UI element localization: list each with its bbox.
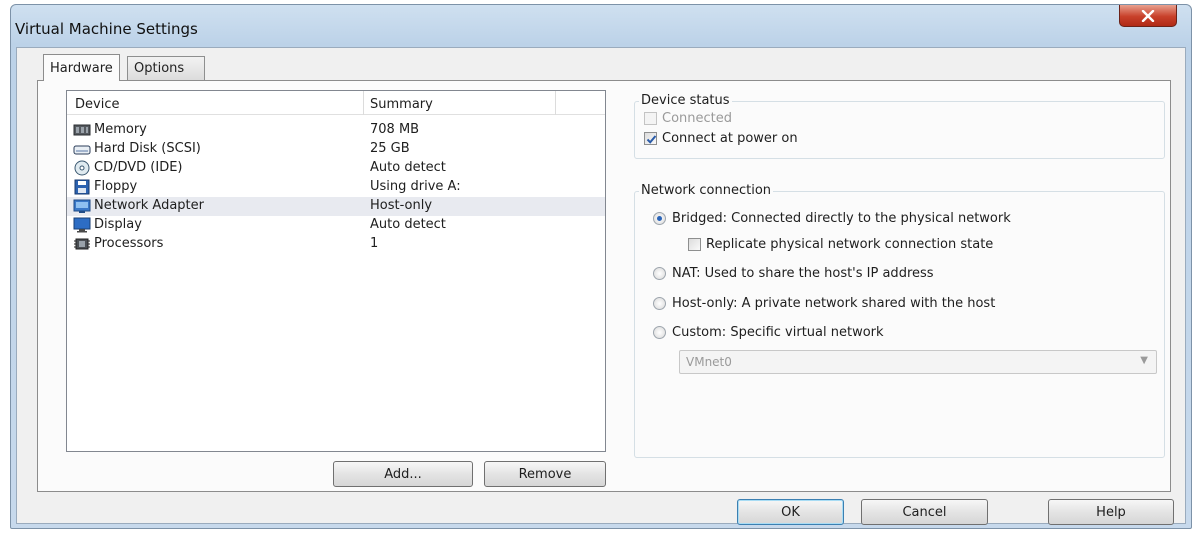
network-adapter-icon bbox=[73, 199, 91, 213]
device-summary: Host-only bbox=[370, 198, 433, 213]
checkmark-icon bbox=[646, 135, 657, 144]
connected-checkbox[interactable]: Connected bbox=[644, 111, 732, 126]
column-header-device[interactable]: Device bbox=[75, 97, 119, 112]
ok-button[interactable]: OK bbox=[737, 499, 844, 525]
connect-at-power-on-checkbox[interactable]: Connect at power on bbox=[644, 131, 798, 146]
tab-hardware-label: Hardware bbox=[50, 60, 113, 76]
device-row-memory[interactable]: Memory 708 MB bbox=[67, 121, 605, 140]
cd-dvd-icon bbox=[74, 160, 90, 176]
title-bar[interactable]: Virtual Machine Settings bbox=[11, 5, 1191, 47]
tab-hardware[interactable]: Hardware bbox=[43, 54, 120, 81]
device-status-group: Device status Connected Connect at power… bbox=[634, 93, 1165, 159]
device-row-floppy[interactable]: Floppy Using drive A: bbox=[67, 178, 605, 197]
device-summary: Auto detect bbox=[370, 160, 446, 175]
device-name: Network Adapter bbox=[94, 198, 204, 213]
device-row-hard-disk[interactable]: Hard Disk (SCSI) 25 GB bbox=[67, 140, 605, 159]
nat-radio-button[interactable] bbox=[653, 267, 666, 280]
device-summary: Auto detect bbox=[370, 217, 446, 232]
network-connection-legend: Network connection bbox=[639, 183, 774, 198]
device-name: CD/DVD (IDE) bbox=[94, 160, 183, 175]
floppy-icon bbox=[74, 179, 90, 195]
bridged-radio[interactable]: Bridged: Connected directly to the physi… bbox=[653, 211, 1011, 226]
processor-icon bbox=[74, 238, 90, 250]
device-name: Memory bbox=[94, 122, 147, 137]
column-divider[interactable] bbox=[555, 91, 556, 115]
settings-window: Virtual Machine Settings Hardware Option… bbox=[10, 4, 1192, 529]
custom-radio[interactable]: Custom: Specific virtual network bbox=[653, 325, 884, 340]
cancel-button[interactable]: Cancel bbox=[861, 499, 988, 525]
memory-icon bbox=[73, 124, 91, 136]
vmnet-select[interactable]: VMnet0 ▼ bbox=[679, 350, 1157, 374]
device-row-processors[interactable]: Processors 1 bbox=[67, 235, 605, 254]
help-button[interactable]: Help bbox=[1048, 499, 1174, 525]
replicate-state-label: Replicate physical network connection st… bbox=[706, 237, 994, 252]
hardware-panel: Device Summary Memory 708 MB Hard Disk (… bbox=[37, 80, 1171, 492]
replicate-state-checkbox-box[interactable] bbox=[688, 238, 701, 251]
device-summary: 1 bbox=[370, 236, 379, 251]
close-icon bbox=[1141, 9, 1155, 22]
custom-label: Custom: Specific virtual network bbox=[672, 325, 884, 340]
host-only-radio[interactable]: Host-only: A private network shared with… bbox=[653, 296, 995, 311]
dialog-client-area: Hardware Options Device Summary Memory 7… bbox=[16, 47, 1186, 525]
device-summary: Using drive A: bbox=[370, 179, 461, 194]
device-name: Hard Disk (SCSI) bbox=[94, 141, 201, 156]
device-list-header: Device Summary bbox=[67, 91, 605, 115]
tab-options[interactable]: Options bbox=[127, 56, 205, 80]
bridged-radio-button[interactable] bbox=[653, 212, 666, 225]
device-summary: 708 MB bbox=[370, 122, 420, 137]
column-header-summary[interactable]: Summary bbox=[370, 97, 433, 112]
host-only-radio-button[interactable] bbox=[653, 297, 666, 310]
device-row-display[interactable]: Display Auto detect bbox=[67, 216, 605, 235]
vmnet-select-value: VMnet0 bbox=[686, 355, 732, 369]
remove-device-button[interactable]: Remove bbox=[484, 461, 606, 487]
connected-label: Connected bbox=[662, 111, 733, 126]
chevron-down-icon: ▼ bbox=[1140, 355, 1148, 366]
bridged-label: Bridged: Connected directly to the physi… bbox=[672, 211, 1011, 226]
window-title: Virtual Machine Settings bbox=[15, 20, 198, 38]
device-status-legend: Device status bbox=[639, 93, 732, 108]
nat-radio[interactable]: NAT: Used to share the host's IP address bbox=[653, 266, 934, 281]
host-only-label: Host-only: A private network shared with… bbox=[672, 296, 996, 311]
tab-options-label: Options bbox=[134, 61, 185, 76]
nat-label: NAT: Used to share the host's IP address bbox=[672, 266, 934, 281]
device-row-cd-dvd[interactable]: CD/DVD (IDE) Auto detect bbox=[67, 159, 605, 178]
device-name: Processors bbox=[94, 236, 164, 251]
device-row-network-adapter[interactable]: Network Adapter Host-only bbox=[67, 197, 605, 216]
device-summary: 25 GB bbox=[370, 141, 410, 156]
connect-at-power-on-label: Connect at power on bbox=[662, 131, 798, 146]
custom-radio-button[interactable] bbox=[653, 326, 666, 339]
network-connection-group: Network connection Bridged: Connected di… bbox=[634, 183, 1165, 458]
replicate-state-checkbox[interactable]: Replicate physical network connection st… bbox=[688, 237, 993, 252]
device-list[interactable]: Device Summary Memory 708 MB Hard Disk (… bbox=[66, 90, 606, 452]
close-button[interactable] bbox=[1119, 5, 1177, 27]
add-device-button[interactable]: Add... bbox=[333, 461, 473, 487]
display-icon bbox=[73, 217, 91, 233]
device-name: Floppy bbox=[94, 179, 138, 194]
hard-disk-icon bbox=[73, 145, 91, 155]
device-name: Display bbox=[94, 217, 142, 232]
connect-at-power-on-checkbox-box[interactable] bbox=[644, 132, 657, 145]
connected-checkbox-box[interactable] bbox=[644, 112, 657, 125]
column-divider[interactable] bbox=[363, 91, 364, 115]
